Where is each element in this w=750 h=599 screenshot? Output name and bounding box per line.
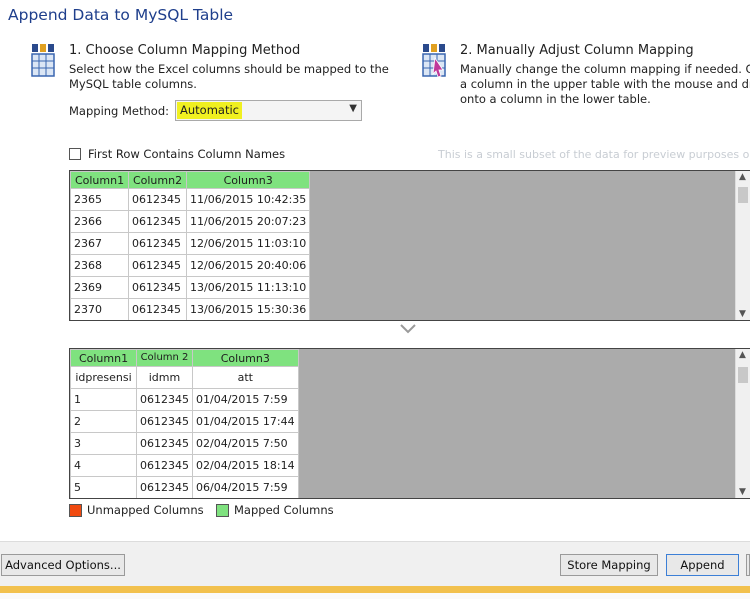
table-cell: 11/06/2015 10:42:35: [185, 188, 311, 211]
table-cell: 0612345: [128, 254, 187, 277]
scroll-up-icon[interactable]: ▲: [739, 350, 746, 360]
source-data-table: Column1 Column2 Column3 2365 0612345 11/06…: [70, 171, 311, 320]
mapping-method-value: Automatic: [177, 102, 242, 119]
target-field-name: att: [192, 366, 299, 389]
table-cell: 11/06/2015 20:07:23: [185, 210, 311, 233]
step1-desc-line: MySQL table columns.: [69, 77, 197, 91]
table-cell: 13/06/2015 11:13:10: [185, 276, 311, 299]
scroll-up-icon[interactable]: ▲: [739, 172, 746, 182]
table-cell: 12/06/2015 20:40:06: [185, 254, 311, 277]
scroll-down-icon[interactable]: ▼: [739, 487, 746, 497]
store-mapping-button[interactable]: Store Mapping: [560, 554, 658, 576]
bottom-strip: [0, 593, 750, 599]
taskbar-strip: [0, 586, 750, 593]
table-row: 5 0612345 06/04/2015 7:59: [70, 476, 299, 498]
table-cell: 06/04/2015 7:59: [192, 476, 299, 498]
table-row: 3 0612345 02/04/2015 7:50: [70, 432, 299, 455]
target-field-name: idmm: [136, 366, 193, 389]
source-grid-scrollbar[interactable]: ▲ ▼: [735, 171, 750, 320]
table-cell: 0612345: [128, 210, 187, 233]
table-mapping-edit-icon: [421, 44, 447, 78]
table-row: 2370 0612345 13/06/2015 15:30:36: [70, 298, 311, 320]
table-row: 2369 0612345 13/06/2015 11:13:10: [70, 276, 311, 299]
table-cell: 01/04/2015 17:44: [192, 410, 299, 433]
table-cell: 0612345: [136, 476, 193, 498]
mapped-legend-label: Mapped Columns: [234, 503, 334, 517]
mapping-method-label: Mapping Method:: [69, 104, 170, 118]
first-row-column-names-checkbox[interactable]: [69, 148, 81, 160]
target-column-header[interactable]: Column 2: [136, 349, 193, 367]
first-row-column-names-label[interactable]: First Row Contains Column Names: [88, 147, 285, 161]
table-cell: 2368: [70, 254, 129, 277]
table-cell: 2: [70, 410, 137, 433]
window-title: Append Data to MySQL Table: [8, 6, 234, 24]
table-cell: 01/04/2015 7:59: [192, 388, 299, 411]
table-row: 1 0612345 01/04/2015 7:59: [70, 388, 299, 411]
mapping-method-select[interactable]: Automatic ▼: [175, 100, 362, 121]
table-cell: 5: [70, 476, 137, 498]
table-cell: 0612345: [136, 388, 193, 411]
table-row: 2 0612345 01/04/2015 17:44: [70, 410, 299, 433]
table-row: 2368 0612345 12/06/2015 20:40:06: [70, 254, 311, 277]
table-cell: 02/04/2015 18:14: [192, 454, 299, 477]
table-cell: 0612345: [128, 188, 187, 211]
cancel-button-partial[interactable]: [746, 554, 750, 576]
step2-heading: 2. Manually Adjust Column Mapping: [460, 43, 694, 58]
table-cell: 13/06/2015 15:30:36: [185, 298, 311, 320]
target-grid-scrollbar[interactable]: ▲ ▼: [735, 349, 750, 498]
step1-desc-line: Select how the Excel columns should be m…: [69, 62, 389, 76]
preview-hint: This is a small subset of the data for p…: [438, 148, 750, 161]
step2-desc-line: onto a column in the lower table.: [460, 92, 651, 106]
source-column-header[interactable]: Column1: [70, 171, 129, 189]
mapped-legend-swatch: [216, 504, 229, 517]
table-cell: 0612345: [128, 276, 187, 299]
dialog-footer: Advanced Options... Store Mapping Append: [0, 541, 750, 587]
table-row: 4 0612345 02/04/2015 18:14: [70, 454, 299, 477]
step2-desc-line: a column in the upper table with the mou…: [460, 77, 750, 91]
table-cell: 12/06/2015 11:03:10: [185, 232, 311, 255]
table-row: 2366 0612345 11/06/2015 20:07:23: [70, 210, 311, 233]
target-column-header[interactable]: Column3: [192, 349, 299, 367]
target-field-name: idpresensi: [70, 366, 137, 389]
scroll-down-icon[interactable]: ▼: [739, 309, 746, 319]
table-cell: 2366: [70, 210, 129, 233]
table-row: 2367 0612345 12/06/2015 11:03:10: [70, 232, 311, 255]
unmapped-legend-label: Unmapped Columns: [87, 503, 204, 517]
table-cell: 2365: [70, 188, 129, 211]
table-cell: 1: [70, 388, 137, 411]
table-cell: 0612345: [136, 410, 193, 433]
table-cell: 2367: [70, 232, 129, 255]
step1-heading: 1. Choose Column Mapping Method: [69, 43, 301, 58]
table-row: 2365 0612345 11/06/2015 10:42:35: [70, 188, 311, 211]
source-column-header[interactable]: Column2: [128, 171, 187, 189]
table-cell: 0612345: [128, 232, 187, 255]
chevron-down-icon: ▼: [349, 103, 357, 114]
table-cell: 4: [70, 454, 137, 477]
scroll-thumb[interactable]: [738, 187, 748, 203]
table-cell: 0612345: [136, 432, 193, 455]
table-cell: 02/04/2015 7:50: [192, 432, 299, 455]
table-mapping-icon: [30, 44, 56, 77]
table-cell: 3: [70, 432, 137, 455]
table-cell: 2370: [70, 298, 129, 320]
target-column-header[interactable]: Column1: [70, 349, 137, 367]
source-column-header[interactable]: Column3: [185, 171, 311, 189]
target-table-grid[interactable]: Column1 Column 2 Column3 idpresensi idmm…: [69, 348, 750, 499]
advanced-options-button[interactable]: Advanced Options...: [1, 554, 125, 576]
target-table: Column1 Column 2 Column3 idpresensi idmm…: [70, 349, 299, 498]
append-button[interactable]: Append: [666, 554, 739, 576]
chevron-down-icon: [399, 323, 417, 338]
table-cell: 0612345: [136, 454, 193, 477]
step2-description: Manually change the column mapping if ne…: [460, 62, 750, 107]
source-data-grid[interactable]: Column1 Column2 Column3 2365 0612345 11/06…: [69, 170, 750, 321]
scroll-thumb[interactable]: [738, 367, 748, 383]
unmapped-legend-swatch: [69, 504, 82, 517]
step1-description: Select how the Excel columns should be m…: [69, 62, 389, 92]
step2-desc-line: Manually change the column mapping if ne…: [460, 62, 750, 76]
table-cell: 2369: [70, 276, 129, 299]
table-cell: 0612345: [128, 298, 187, 320]
